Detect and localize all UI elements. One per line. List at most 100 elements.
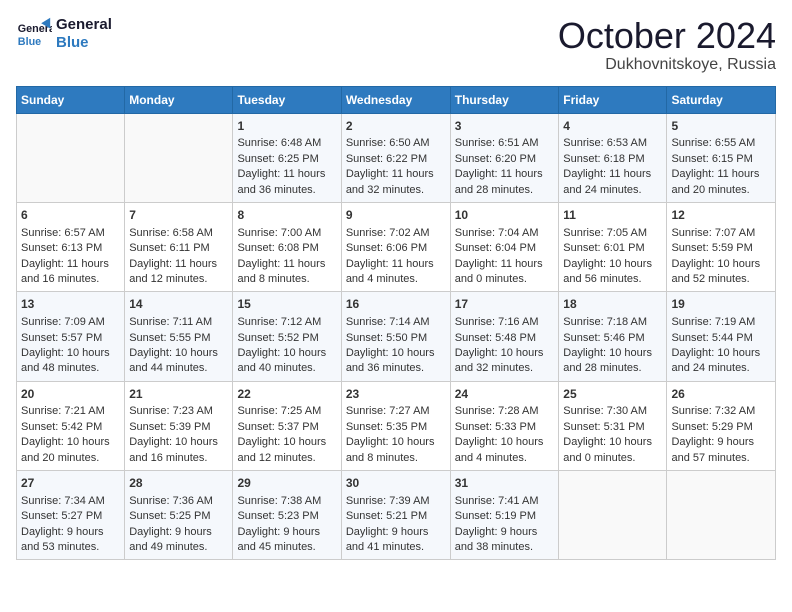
day-number: 18 [563,296,662,313]
daylight-text: Daylight: 9 hours and 38 minutes. [455,525,555,556]
daylight-text: Daylight: 11 hours and 32 minutes. [346,167,446,198]
sunset-text: Sunset: 5:46 PM [563,331,662,346]
daylight-text: Daylight: 11 hours and 4 minutes. [346,257,446,288]
calendar-week-row: 20Sunrise: 7:21 AMSunset: 5:42 PMDayligh… [17,381,776,470]
sunrise-text: Sunrise: 7:21 AM [21,404,120,419]
calendar-cell: 20Sunrise: 7:21 AMSunset: 5:42 PMDayligh… [17,381,125,470]
day-number: 3 [455,118,555,135]
calendar-cell: 16Sunrise: 7:14 AMSunset: 5:50 PMDayligh… [341,292,450,381]
sunset-text: Sunset: 5:35 PM [346,420,446,435]
sunrise-text: Sunrise: 7:28 AM [455,404,555,419]
sunset-text: Sunset: 6:20 PM [455,152,555,167]
calendar-cell: 27Sunrise: 7:34 AMSunset: 5:27 PMDayligh… [17,471,125,560]
daylight-text: Daylight: 11 hours and 8 minutes. [237,257,336,288]
calendar-cell: 2Sunrise: 6:50 AMSunset: 6:22 PMDaylight… [341,113,450,202]
sunrise-text: Sunrise: 6:53 AM [563,136,662,151]
daylight-text: Daylight: 9 hours and 49 minutes. [129,525,228,556]
sunrise-text: Sunrise: 7:32 AM [671,404,771,419]
sunset-text: Sunset: 5:29 PM [671,420,771,435]
sunrise-text: Sunrise: 7:30 AM [563,404,662,419]
sunset-text: Sunset: 6:11 PM [129,241,228,256]
calendar-cell: 30Sunrise: 7:39 AMSunset: 5:21 PMDayligh… [341,471,450,560]
sunrise-text: Sunrise: 7:16 AM [455,315,555,330]
daylight-text: Daylight: 10 hours and 52 minutes. [671,257,771,288]
day-number: 13 [21,296,120,313]
calendar-cell: 24Sunrise: 7:28 AMSunset: 5:33 PMDayligh… [450,381,559,470]
header-day: Sunday [17,86,125,113]
sunrise-text: Sunrise: 7:41 AM [455,494,555,509]
calendar-cell: 5Sunrise: 6:55 AMSunset: 6:15 PMDaylight… [667,113,776,202]
logo-text-line1: General [56,16,112,34]
calendar-cell [17,113,125,202]
day-number: 27 [21,475,120,492]
day-number: 19 [671,296,771,313]
day-number: 16 [346,296,446,313]
daylight-text: Daylight: 10 hours and 20 minutes. [21,435,120,466]
daylight-text: Daylight: 11 hours and 36 minutes. [237,167,336,198]
daylight-text: Daylight: 10 hours and 36 minutes. [346,346,446,377]
sunset-text: Sunset: 5:21 PM [346,509,446,524]
sunrise-text: Sunrise: 7:23 AM [129,404,228,419]
calendar-table: SundayMondayTuesdayWednesdayThursdayFrid… [16,86,776,561]
day-number: 14 [129,296,228,313]
sunset-text: Sunset: 5:27 PM [21,509,120,524]
day-number: 28 [129,475,228,492]
sunrise-text: Sunrise: 7:07 AM [671,226,771,241]
calendar-cell: 10Sunrise: 7:04 AMSunset: 6:04 PMDayligh… [450,202,559,291]
calendar-cell: 15Sunrise: 7:12 AMSunset: 5:52 PMDayligh… [233,292,341,381]
sunset-text: Sunset: 5:50 PM [346,331,446,346]
day-number: 17 [455,296,555,313]
sunset-text: Sunset: 5:33 PM [455,420,555,435]
title-block: October 2024 Dukhovnitskoye, Russia [558,16,776,74]
calendar-cell: 28Sunrise: 7:36 AMSunset: 5:25 PMDayligh… [125,471,233,560]
page-header: General Blue General Blue October 2024 D… [16,16,776,74]
header-day: Saturday [667,86,776,113]
daylight-text: Daylight: 11 hours and 16 minutes. [21,257,120,288]
sunrise-text: Sunrise: 7:00 AM [237,226,336,241]
sunrise-text: Sunrise: 7:19 AM [671,315,771,330]
header-day: Tuesday [233,86,341,113]
calendar-cell: 13Sunrise: 7:09 AMSunset: 5:57 PMDayligh… [17,292,125,381]
day-number: 10 [455,207,555,224]
sunset-text: Sunset: 5:39 PM [129,420,228,435]
sunrise-text: Sunrise: 7:34 AM [21,494,120,509]
svg-text:Blue: Blue [18,36,41,48]
day-number: 25 [563,386,662,403]
sunrise-text: Sunrise: 7:04 AM [455,226,555,241]
calendar-cell: 17Sunrise: 7:16 AMSunset: 5:48 PMDayligh… [450,292,559,381]
calendar-cell: 7Sunrise: 6:58 AMSunset: 6:11 PMDaylight… [125,202,233,291]
daylight-text: Daylight: 11 hours and 0 minutes. [455,257,555,288]
header-day: Thursday [450,86,559,113]
day-number: 4 [563,118,662,135]
day-number: 9 [346,207,446,224]
sunset-text: Sunset: 6:25 PM [237,152,336,167]
sunset-text: Sunset: 6:08 PM [237,241,336,256]
calendar-cell: 22Sunrise: 7:25 AMSunset: 5:37 PMDayligh… [233,381,341,470]
calendar-cell: 6Sunrise: 6:57 AMSunset: 6:13 PMDaylight… [17,202,125,291]
logo: General Blue General Blue [16,16,112,52]
day-number: 1 [237,118,336,135]
calendar-week-row: 13Sunrise: 7:09 AMSunset: 5:57 PMDayligh… [17,292,776,381]
logo-text-line2: Blue [56,34,112,52]
calendar-cell: 4Sunrise: 6:53 AMSunset: 6:18 PMDaylight… [559,113,667,202]
day-number: 5 [671,118,771,135]
sunset-text: Sunset: 5:55 PM [129,331,228,346]
day-number: 31 [455,475,555,492]
sunset-text: Sunset: 5:48 PM [455,331,555,346]
day-number: 24 [455,386,555,403]
sunset-text: Sunset: 5:25 PM [129,509,228,524]
sunset-text: Sunset: 6:01 PM [563,241,662,256]
sunrise-text: Sunrise: 7:18 AM [563,315,662,330]
sunset-text: Sunset: 5:59 PM [671,241,771,256]
day-number: 12 [671,207,771,224]
day-number: 21 [129,386,228,403]
header-day: Monday [125,86,233,113]
calendar-cell: 21Sunrise: 7:23 AMSunset: 5:39 PMDayligh… [125,381,233,470]
sunrise-text: Sunrise: 7:09 AM [21,315,120,330]
sunset-text: Sunset: 6:13 PM [21,241,120,256]
logo-icon: General Blue [16,16,52,52]
calendar-cell: 14Sunrise: 7:11 AMSunset: 5:55 PMDayligh… [125,292,233,381]
daylight-text: Daylight: 10 hours and 16 minutes. [129,435,228,466]
daylight-text: Daylight: 11 hours and 28 minutes. [455,167,555,198]
day-number: 26 [671,386,771,403]
